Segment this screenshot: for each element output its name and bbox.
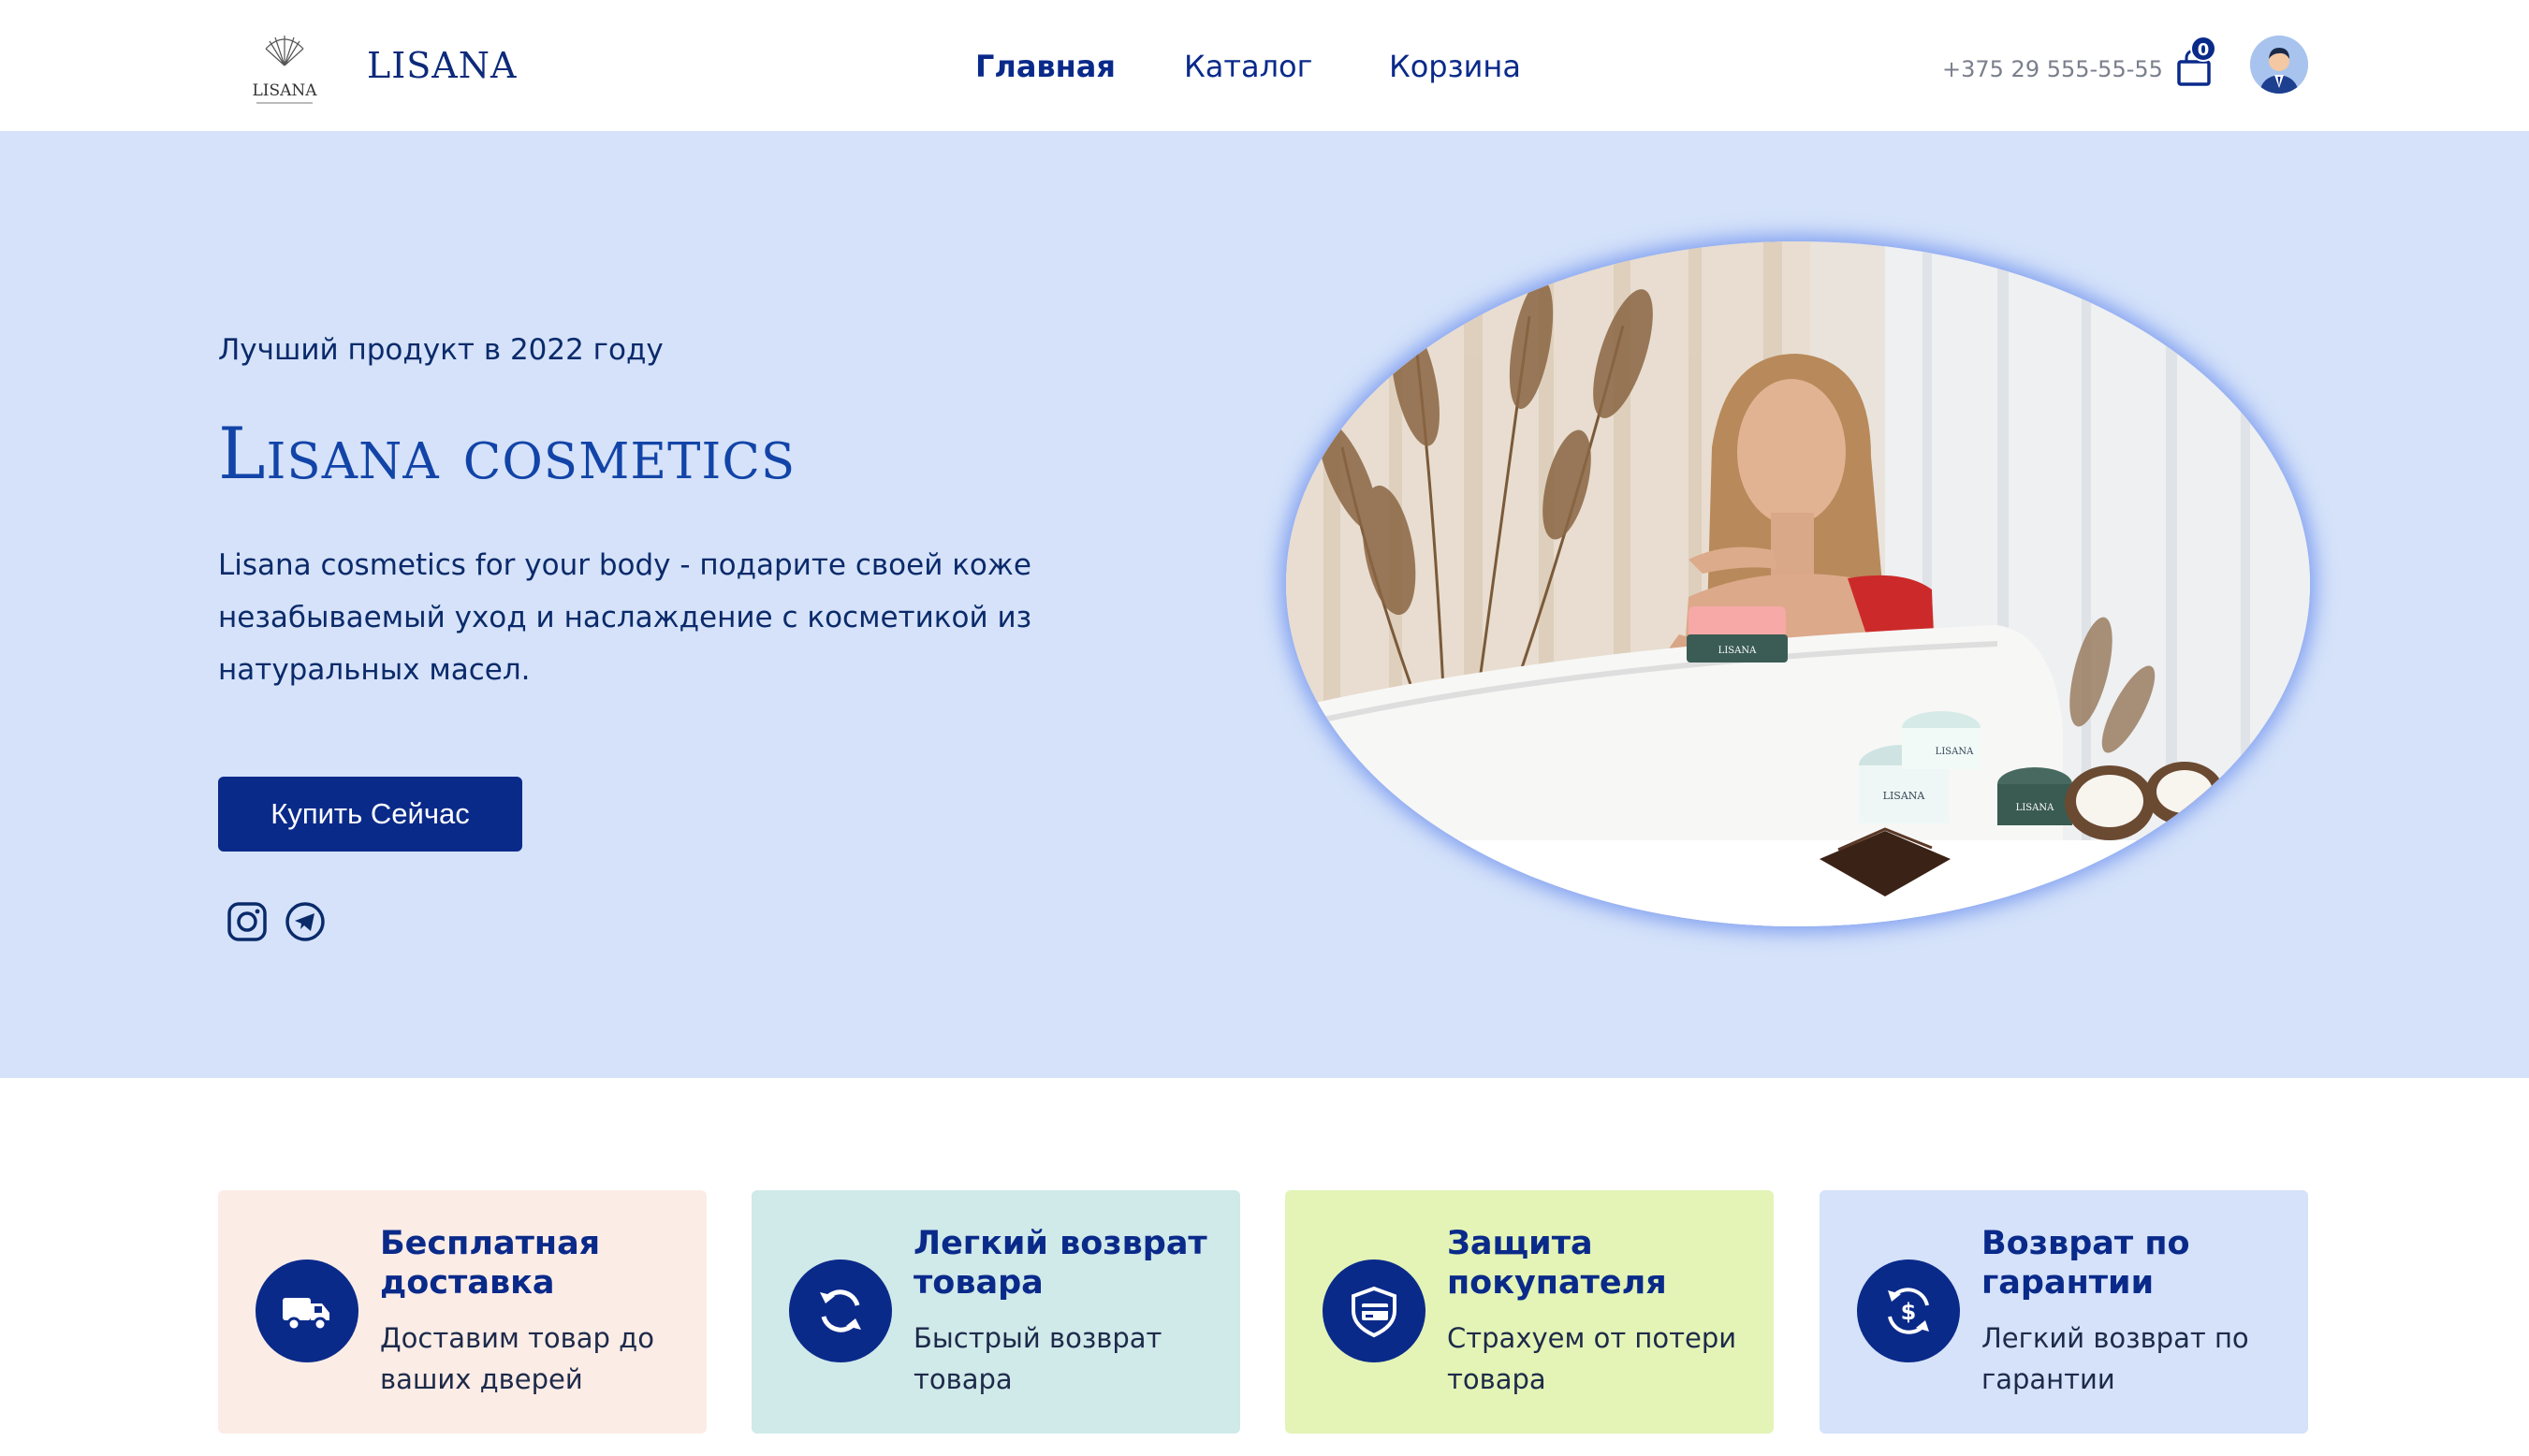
feature-text: Доставим товар до ваших дверей	[380, 1322, 654, 1395]
cart-count-badge: 0	[2190, 36, 2216, 62]
hero-description: Lisana cosmetics for your body - подарит…	[218, 548, 1032, 687]
money-back-icon: $	[1857, 1259, 1960, 1362]
feature-card-protection: Защита покупателя Страхуем от потери тов…	[1285, 1190, 1774, 1434]
hero-section: Лучший продукт в 2022 году Lisana cosmet…	[0, 131, 2529, 1078]
hero-kicker: Лучший продукт в 2022 году	[218, 333, 664, 367]
feature-title: Защита покупателя	[1447, 1225, 1667, 1302]
site-header: LISANA LISANA Главная Каталог Корзина +3…	[0, 0, 2529, 131]
user-avatar-icon[interactable]	[2250, 36, 2308, 94]
hero-image: LISANA LISANA LISANA LISANA	[1286, 241, 2310, 926]
svg-text:LISANA: LISANA	[1936, 747, 1974, 757]
feature-card-return: Легкий возврат товара Быстрый возврат то…	[752, 1190, 1240, 1434]
nav-cart[interactable]: Корзина	[1389, 49, 1521, 84]
hero-title-text: Lisana cosmetics	[218, 412, 797, 495]
feature-text: Быстрый возврат товара	[914, 1322, 1162, 1395]
svg-text:LISANA: LISANA	[2016, 803, 2054, 813]
refresh-icon	[789, 1259, 892, 1362]
svg-text:LISANA: LISANA	[1718, 646, 1757, 656]
phone-number[interactable]: +375 29 555-55-55	[1942, 56, 2163, 82]
svg-text:LISANA: LISANA	[1883, 790, 1926, 802]
telegram-icon[interactable]	[284, 900, 327, 943]
feature-title: Легкий возврат товара	[914, 1225, 1207, 1302]
svg-text:$: $	[1901, 1299, 1917, 1325]
feature-text: Легкий возврат по гарантии	[1981, 1322, 2249, 1395]
feature-title: Бесплатная доставка	[380, 1225, 601, 1302]
feature-title: Возврат по гарантии	[1981, 1225, 2190, 1302]
nav-catalog[interactable]: Каталог	[1184, 49, 1312, 84]
truck-icon	[256, 1259, 358, 1362]
feature-text: Страхуем от потери товара	[1447, 1322, 1737, 1395]
shield-card-icon	[1323, 1259, 1425, 1362]
nav-home[interactable]: Главная	[975, 49, 1116, 84]
feature-card-warranty: $ Возврат по гарантии Легкий возврат по …	[1820, 1190, 2308, 1434]
instagram-icon[interactable]	[226, 900, 269, 943]
hero-title: Lisana cosmetics	[218, 412, 796, 495]
buy-now-button[interactable]: Купить Сейчас	[218, 777, 522, 852]
feature-card-delivery: Бесплатная доставка Доставим товар до ва…	[218, 1190, 707, 1434]
